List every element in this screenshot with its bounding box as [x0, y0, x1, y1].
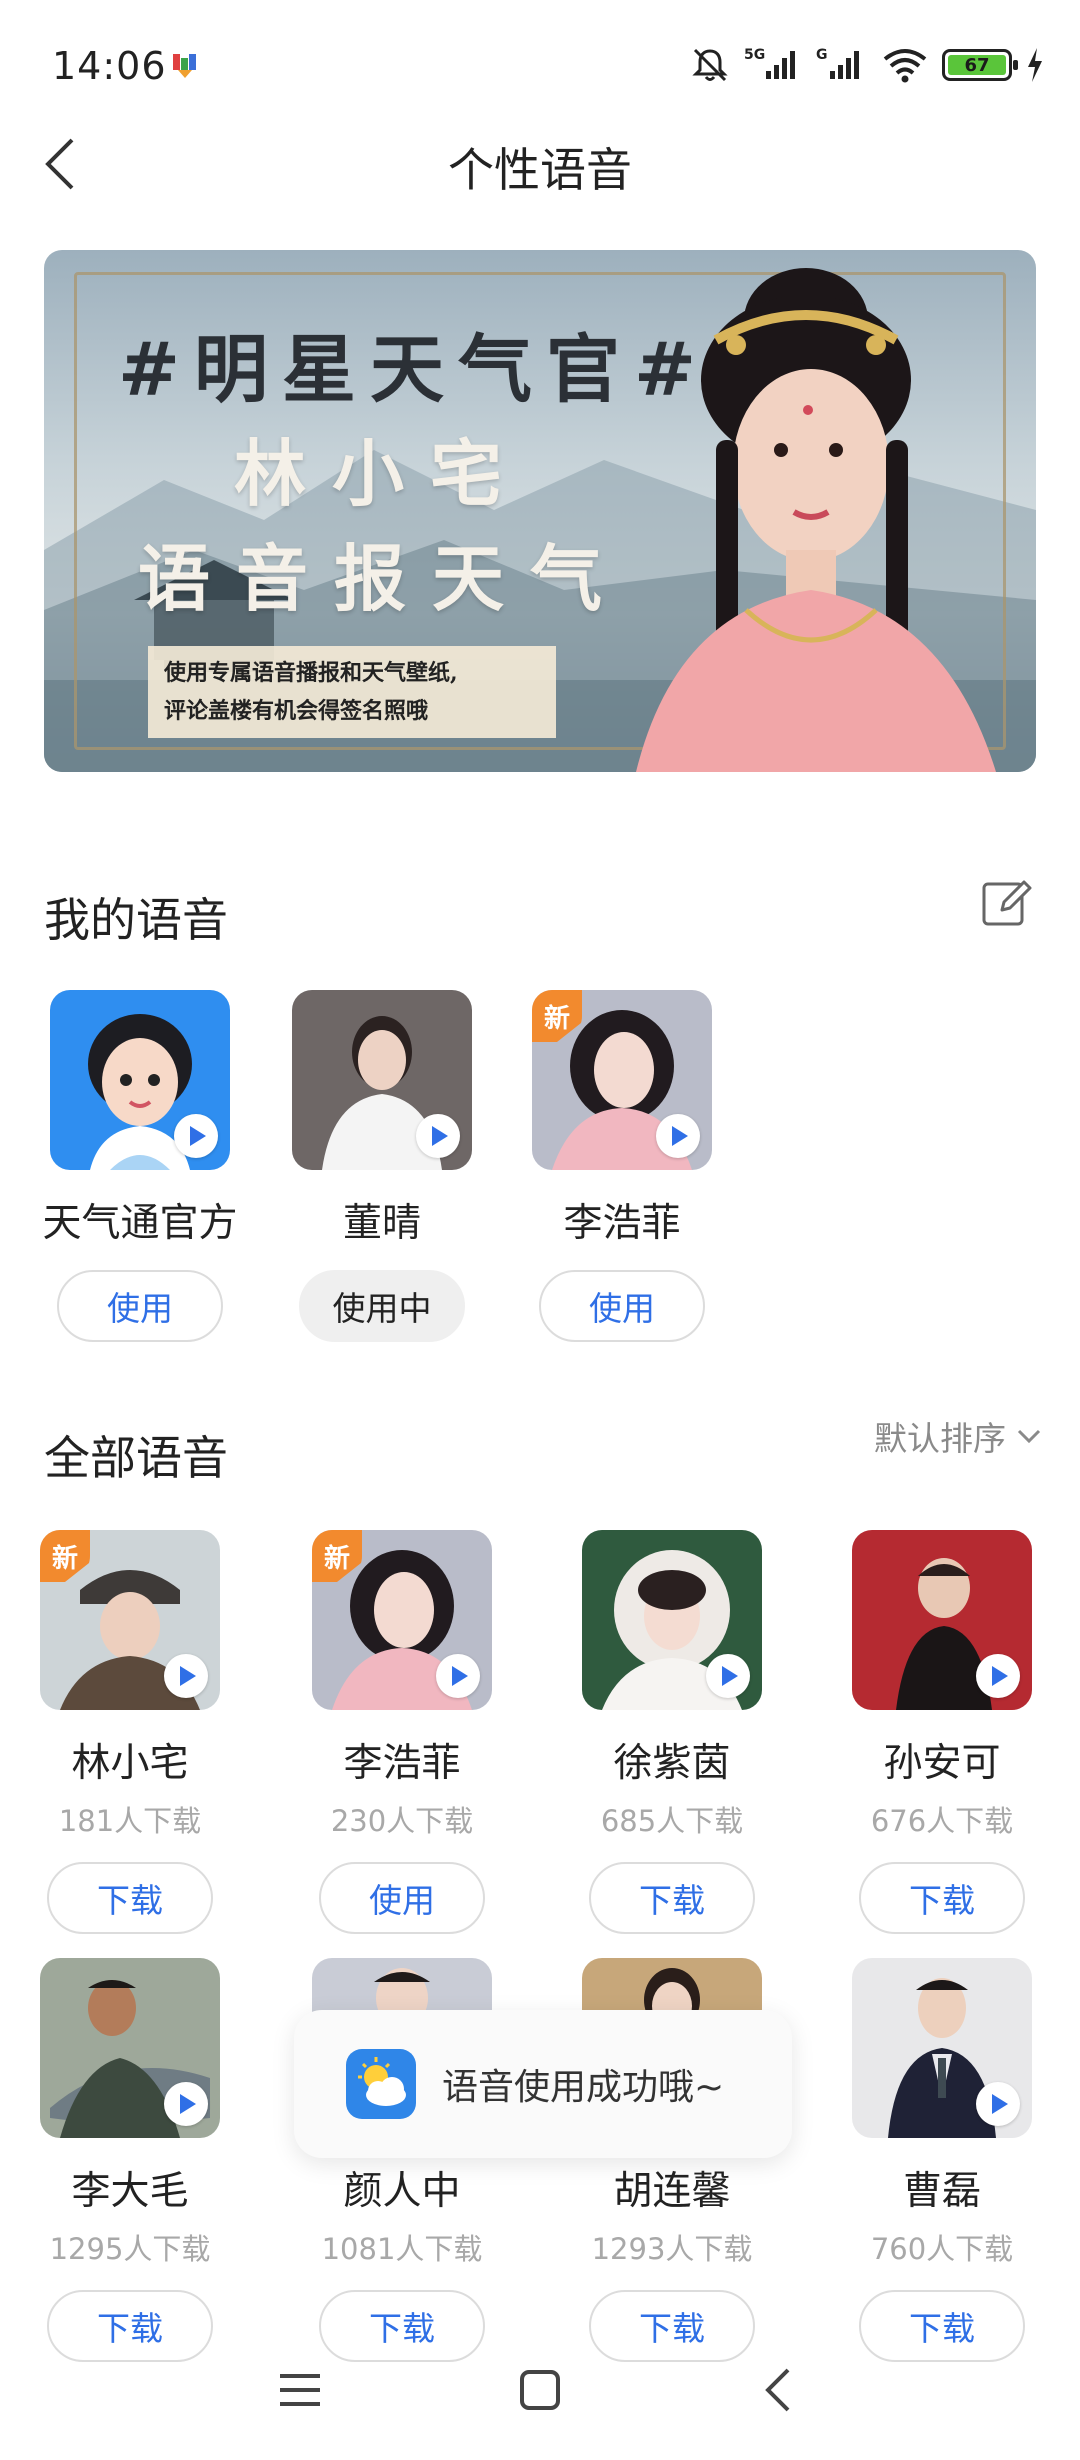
- download-count: 1081人下载: [321, 2232, 483, 2266]
- voice-card: 新 李浩菲 230人下载 使用: [282, 1530, 522, 1934]
- battery-icon: 67: [942, 49, 1018, 81]
- edit-icon[interactable]: [980, 876, 1032, 928]
- download-count: 676人下载: [870, 1804, 1014, 1838]
- banner-line1: 林小宅: [234, 431, 529, 516]
- voice-card: 新 林小宅 181人下载 下载: [10, 1530, 250, 1934]
- signal-5g-icon: 5G: [744, 47, 795, 79]
- play-icon[interactable]: [174, 1114, 218, 1158]
- download-count: 685人下载: [600, 1804, 744, 1838]
- voice-name: 天气通官方: [42, 1201, 238, 1246]
- voice-avatar[interactable]: 新: [40, 1530, 220, 1710]
- voice-card: 李大毛 1295人下载 下载: [10, 1958, 250, 2362]
- download-button[interactable]: 下载: [47, 1862, 213, 1934]
- app-header: 个性语音: [0, 120, 1080, 200]
- voice-name: 李大毛: [71, 2169, 189, 2214]
- voice-name: 李浩菲: [343, 1741, 461, 1786]
- voice-name: 徐紫茵: [613, 1741, 731, 1786]
- download-button[interactable]: 下载: [589, 1862, 755, 1934]
- page-title: 个性语音: [448, 143, 632, 197]
- voice-name: 董晴: [342, 1201, 421, 1246]
- svg-text:5G: 5G: [744, 47, 765, 63]
- status-time: 14:06: [52, 44, 167, 88]
- app-notification-icon: [173, 54, 196, 78]
- download-count: 1295人下载: [49, 2232, 211, 2266]
- success-toast: 语音使用成功哦~: [294, 2010, 792, 2158]
- menu-icon[interactable]: [270, 2360, 330, 2420]
- voice-card: 曹磊 760人下载 下载: [822, 1958, 1062, 2362]
- download-button[interactable]: 下载: [859, 1862, 1025, 1934]
- weather-app-icon: [346, 2049, 416, 2119]
- play-icon[interactable]: [164, 1654, 208, 1698]
- download-count: 230人下载: [330, 1804, 474, 1838]
- my-voices-title: 我的语音: [44, 893, 228, 947]
- sort-label: 默认排序: [874, 1419, 1006, 1458]
- my-voice-card: 天气通官方 使用: [20, 990, 260, 1342]
- voice-name: 胡连馨: [613, 2169, 731, 2214]
- use-button[interactable]: 使用: [57, 1270, 223, 1342]
- voice-avatar[interactable]: [852, 1958, 1032, 2138]
- play-icon[interactable]: [436, 1654, 480, 1698]
- chevron-down-icon: [1017, 1429, 1041, 1444]
- play-icon[interactable]: [656, 1114, 700, 1158]
- play-icon[interactable]: [706, 1654, 750, 1698]
- voice-avatar[interactable]: [582, 1530, 762, 1710]
- play-icon[interactable]: [976, 2082, 1020, 2126]
- voice-name: 孙安可: [883, 1741, 1001, 1786]
- my-voice-card: 新 李浩菲 使用: [502, 990, 742, 1342]
- use-button[interactable]: 使用: [319, 1862, 485, 1934]
- status-icons: 5G G 67: [690, 40, 1044, 90]
- voice-avatar[interactable]: [40, 1958, 220, 2138]
- download-count: 760人下载: [870, 2232, 1014, 2266]
- all-voices-title: 全部语音: [44, 1431, 228, 1485]
- download-count: 1293人下载: [591, 2232, 753, 2266]
- voice-avatar[interactable]: [292, 990, 472, 1170]
- voice-card: 孙安可 676人下载 下载: [822, 1530, 1062, 1934]
- use-button[interactable]: 使用: [539, 1270, 705, 1342]
- sun-cloud-icon: [358, 2057, 406, 2106]
- voice-avatar[interactable]: 新: [312, 1530, 492, 1710]
- status-bar: 14:06 5G G 67: [0, 0, 1080, 130]
- download-count: 181人下载: [58, 1804, 202, 1838]
- promo-banner[interactable]: #明星天气官# 林小宅 语音报天气 使用专属语音播报和天气壁纸, 评论盖楼有机会…: [44, 250, 1036, 772]
- charging-icon: [1028, 48, 1042, 82]
- system-nav-bar: [0, 2330, 1080, 2460]
- battery-level: 67: [948, 55, 1006, 76]
- in-use-button[interactable]: 使用中: [299, 1270, 465, 1342]
- mute-bell-icon: [692, 48, 728, 82]
- voice-name: 林小宅: [71, 1741, 189, 1786]
- banner-portrait: [636, 268, 996, 772]
- sort-dropdown[interactable]: 默认排序: [874, 1412, 1042, 1460]
- banner-line2: 语音报天气: [138, 536, 629, 621]
- toast-message: 语音使用成功哦~: [442, 2067, 725, 2108]
- voice-name: 曹磊: [902, 2169, 981, 2214]
- nav-back-icon[interactable]: [750, 2360, 810, 2420]
- voice-name: 颜人中: [343, 2169, 461, 2214]
- play-icon[interactable]: [164, 2082, 208, 2126]
- wifi-icon: [883, 49, 927, 83]
- play-icon[interactable]: [416, 1114, 460, 1158]
- voice-name: 李浩菲: [563, 1201, 681, 1246]
- voice-avatar[interactable]: [852, 1530, 1032, 1710]
- my-voice-card: 董晴 使用中: [262, 990, 502, 1342]
- voice-avatar[interactable]: 新: [532, 990, 712, 1170]
- signal-g-icon: G: [816, 47, 859, 79]
- voice-card: 徐紫茵 685人下载 下载: [552, 1530, 792, 1934]
- banner-note-line2: 评论盖楼有机会得签名照哦: [164, 698, 429, 724]
- svg-text:G: G: [816, 47, 828, 63]
- voice-avatar[interactable]: [50, 990, 230, 1170]
- banner-note: 使用专属语音播报和天气壁纸, 评论盖楼有机会得签名照哦: [148, 646, 556, 738]
- play-icon[interactable]: [976, 1654, 1020, 1698]
- home-icon[interactable]: [510, 2360, 570, 2420]
- banner-note-line1: 使用专属语音播报和天气壁纸,: [164, 660, 458, 686]
